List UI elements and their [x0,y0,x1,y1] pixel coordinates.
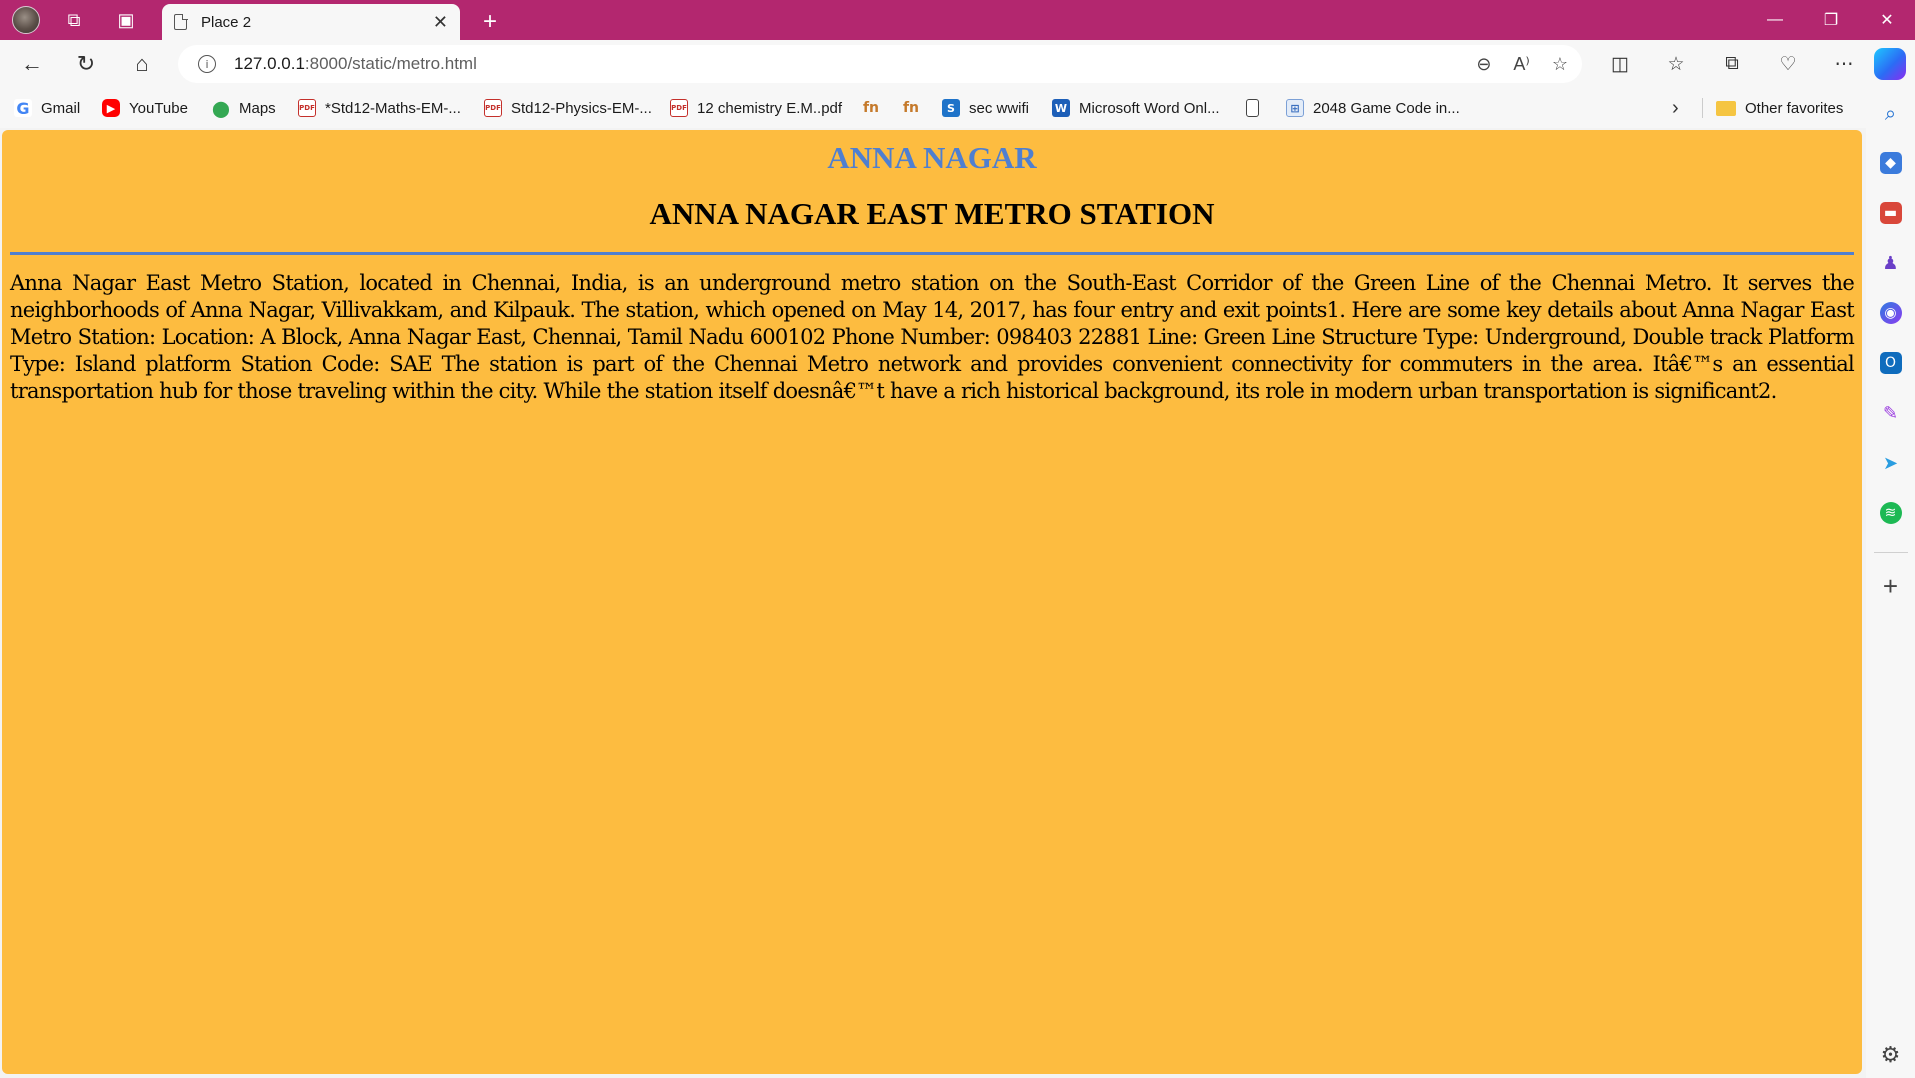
close-window-button[interactable]: ✕ [1859,0,1915,40]
favorite-label: *Std12-Maths-EM-... [325,99,461,117]
favorite-gmail[interactable]: G Gmail [14,88,80,128]
spotify-icon[interactable]: ≋ [1879,502,1902,524]
favorite-star-icon[interactable]: ☆ [1552,54,1568,75]
other-favorites[interactable]: Other favorites [1716,88,1843,128]
search-icon[interactable]: ⌕ [1880,101,1902,125]
s-icon: S [942,99,960,117]
address-bar-actions: ⊖ A⁾ ☆ [1476,45,1568,83]
url-path: :8000/static/metro.html [304,54,477,73]
copilot-icon[interactable] [1874,48,1906,80]
games-icon[interactable]: ♟ [1880,252,1902,274]
favorite-label: sec wwifi [969,99,1030,117]
favorite-word-online[interactable]: W Microsoft Word Onl... [1052,88,1220,128]
address-bar[interactable]: i 127.0.0.1:8000/static/metro.html ⊖ A⁾ … [178,45,1582,83]
youtube-icon: ▶ [102,99,120,117]
send-icon[interactable]: ➤ [1880,452,1902,474]
favorite-label: Gmail [41,99,81,117]
pdf-icon: PDF [484,99,502,117]
zoom-out-icon[interactable]: ⊖ [1476,54,1491,75]
favorite-maths-pdf[interactable]: PDF *Std12-Maths-EM-... [298,88,461,128]
home-button[interactable]: ⌂ [116,40,168,88]
station-description: Anna Nagar East Metro Station, located i… [10,271,1855,403]
avatar [12,6,40,34]
favorite-fn-1[interactable]: fn [862,88,889,128]
word-icon: W [1052,99,1070,117]
back-button[interactable]: ← [6,40,58,88]
favorite-label: 12 chemistry E.M..pdf [697,99,843,117]
favorites-icon[interactable]: ☆ [1648,40,1704,88]
outlook-icon[interactable]: O [1879,352,1902,374]
google-icon: G [14,99,32,118]
favorite-label: Std12-Physics-EM-... [511,99,652,117]
favorites-bar: G Gmail ▶ YouTube ⬤ Maps PDF *Std12-Maths-EM… [0,88,1915,128]
favorite-label: YouTube [129,99,188,117]
restore-button[interactable]: ❐ [1803,0,1859,40]
site-info-icon[interactable]: i [198,55,216,73]
divider [1873,552,1908,553]
folder-icon [1716,100,1736,116]
favorite-fn-2[interactable]: fn [902,88,929,128]
favorite-label: Microsoft Word Onl... [1079,99,1220,117]
fn-icon: fn [862,100,880,116]
game-icon: ⊞ [1286,99,1304,117]
favorite-label: Other favorites [1745,99,1844,117]
pdf-icon: PDF [670,99,688,117]
collections-icon[interactable]: ⧉ [1704,40,1760,88]
favorite-maps[interactable]: ⬤ Maps [212,88,276,128]
designer-icon[interactable]: ✎ [1880,402,1902,424]
station-heading: ANNA NAGAR EAST METRO STATION [649,196,1215,231]
more-icon[interactable]: ⋯ [1816,40,1872,88]
divider [1702,98,1703,118]
microsoft365-icon[interactable]: ◉ [1879,302,1902,324]
title-bar: ⧉ ▣ Place 2 ✕ + — ❐ ✕ [0,0,1915,40]
workspaces-icon[interactable]: ⧉ [54,0,94,40]
navigation-bar: ← ↻ ⌂ i 127.0.0.1:8000/static/metro.html… [0,40,1915,88]
document-icon [1246,99,1259,117]
add-sidebar-app-button[interactable]: + [1883,571,1898,602]
browser-essentials-icon[interactable]: ♡ [1760,40,1816,88]
gear-icon[interactable]: ⚙ [1881,1042,1901,1068]
url-host: 127.0.0.1 [234,54,305,73]
favorite-sec-wwifi[interactable]: Ssec wwifi [942,88,1029,128]
minimize-button[interactable]: — [1747,0,1803,40]
toolbar-actions: ◫ ☆ ⧉ ♡ ⋯ [1592,40,1872,88]
fn-icon: fn [902,100,920,116]
page-viewport: ANNA NAGAR ANNA NAGAR EAST METRO STATION… [2,130,1862,1074]
divider [10,252,1854,255]
tools-icon[interactable]: ▬ [1879,202,1902,224]
read-aloud-icon[interactable]: A⁾ [1513,54,1529,75]
edge-sidebar: ⌕ ◆ ▬ ♟ ◉ O ✎ ➤ ≋ + ⚙ [1866,88,1915,1078]
place-heading: ANNA NAGAR [827,140,1037,175]
shopping-tag-icon[interactable]: ◆ [1879,152,1902,174]
favorite-physics-pdf[interactable]: PDF Std12-Physics-EM-... [484,88,652,128]
reload-button[interactable]: ↻ [60,40,112,88]
tab-title: Place 2 [201,13,252,31]
favorite-label: 2048 Game Code in... [1313,99,1460,117]
window-controls: — ❐ ✕ [1747,0,1915,40]
page-icon [174,13,188,30]
split-screen-icon[interactable]: ◫ [1592,40,1648,88]
profile-avatar[interactable] [6,0,46,40]
tab-actions-icon[interactable]: ▣ [106,0,146,40]
favorite-chemistry-pdf[interactable]: PDF 12 chemistry E.M..pdf [670,88,842,128]
new-tab-button[interactable]: + [472,4,508,40]
favorite-2048-game[interactable]: ⊞ 2048 Game Code in... [1286,88,1460,128]
favorite-youtube[interactable]: ▶ YouTube [102,88,188,128]
pdf-icon: PDF [298,99,316,117]
favorite-label: Maps [239,99,276,117]
favorite-document[interactable] [1246,88,1268,128]
close-tab-button[interactable]: ✕ [433,12,448,33]
chevron-right-icon[interactable]: › [1672,88,1679,128]
maps-icon: ⬤ [212,98,230,118]
tab-place-2[interactable]: Place 2 ✕ [162,4,460,40]
